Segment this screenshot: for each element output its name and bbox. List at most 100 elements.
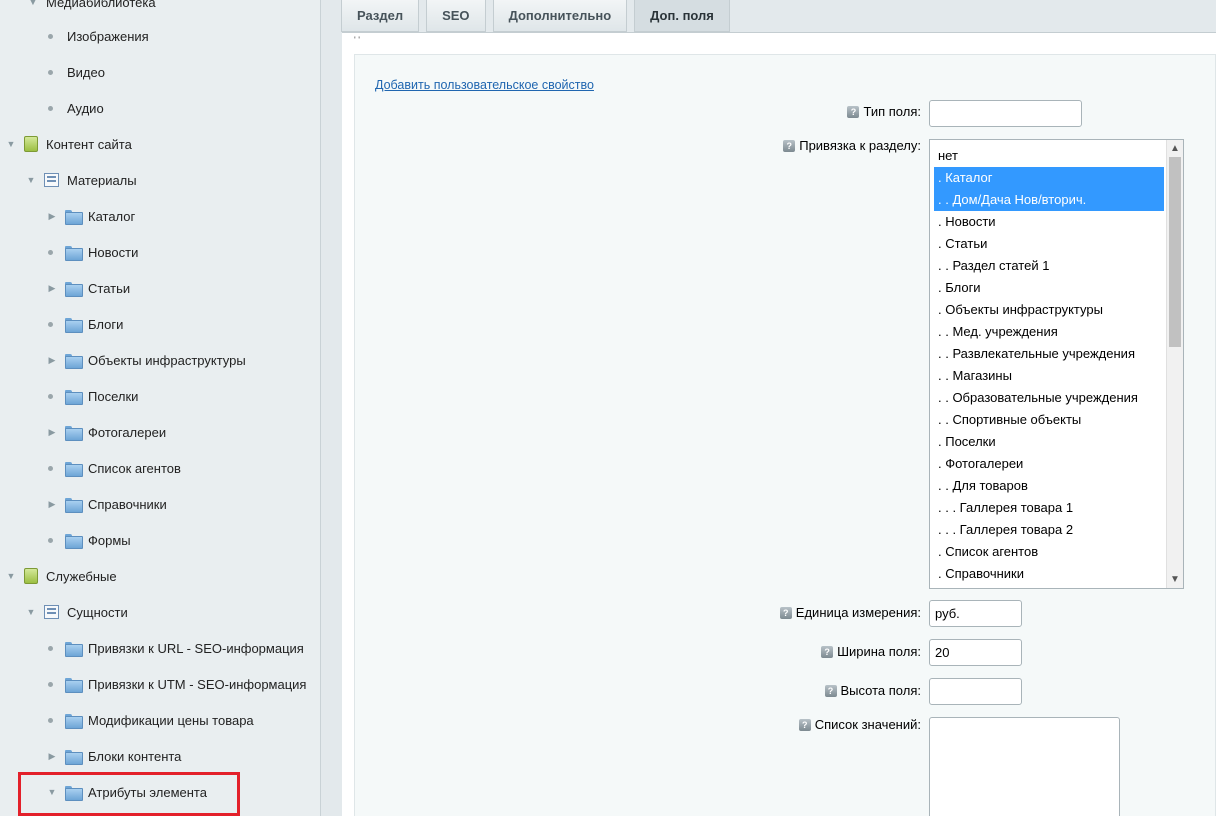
section-option[interactable]: . Справочники: [934, 563, 1164, 585]
section-option[interactable]: . . Спортивные объекты: [934, 409, 1164, 431]
highlight-box: [18, 772, 240, 816]
section-option[interactable]: . . Образовательные учреждения: [934, 387, 1164, 409]
section-option[interactable]: . . Развлекательные учреждения: [934, 343, 1164, 365]
sidebar-item-label: Список агентов: [88, 460, 181, 476]
tab-seo[interactable]: SEO: [426, 0, 486, 32]
folder-icon: [65, 497, 83, 513]
unit-input[interactable]: руб.: [929, 600, 1022, 627]
folder-icon: [65, 713, 83, 729]
folder-icon: [65, 317, 83, 333]
help-icon[interactable]: ?: [847, 105, 860, 118]
bullet-icon: [48, 717, 53, 723]
chevron-right-icon[interactable]: ▶: [47, 211, 57, 222]
sidebar-item-materials[interactable]: ▼ Материалы: [26, 162, 137, 198]
folder-icon: [65, 389, 83, 405]
sidebar-item-utm-seo[interactable]: Привязки к UTM - SEO-информация: [44, 666, 306, 702]
sidebar-item-label: Блоки контента: [88, 748, 182, 764]
chevron-down-icon[interactable]: ▼: [26, 607, 36, 617]
sidebar-item-site-content[interactable]: ▼ Контент сайта: [6, 126, 132, 162]
section-option[interactable]: . . Магазины: [934, 365, 1164, 387]
section-option[interactable]: . . . Галлерея товара 2: [934, 519, 1164, 541]
tab-extra-fields[interactable]: Доп. поля: [634, 0, 730, 32]
section-option[interactable]: . . . Галлерея товара 1: [934, 497, 1164, 519]
sidebar-item-label: Видео: [67, 64, 105, 80]
height-label: ? Высота поля:: [824, 683, 921, 698]
chevron-right-icon[interactable]: ▶: [47, 355, 57, 366]
sidebar-item-price-mods[interactable]: Модификации цены товара: [44, 702, 254, 738]
chevron-right-icon[interactable]: ▶: [47, 427, 57, 438]
section-option[interactable]: . Поселки: [934, 431, 1164, 453]
sidebar-item-infrastructure[interactable]: ▶ Объекты инфраструктуры: [47, 342, 246, 378]
chevron-down-icon[interactable]: ▼: [28, 0, 38, 7]
chevron-right-icon[interactable]: ▶: [47, 499, 57, 510]
folder-icon: [65, 749, 83, 765]
scrollbar-thumb[interactable]: [1169, 157, 1181, 347]
bullet-icon: [48, 33, 53, 39]
section-option[interactable]: . Статьи: [934, 233, 1164, 255]
folder-icon: [65, 461, 83, 477]
section-option[interactable]: нет: [934, 145, 1164, 167]
bullet-icon: [48, 393, 53, 399]
values-list-textarea[interactable]: [929, 717, 1120, 816]
sidebar-item-references[interactable]: ▶ Справочники: [47, 486, 167, 522]
sidebar-item-forms[interactable]: Формы: [44, 522, 131, 558]
sidebar-item-audio[interactable]: Аудио: [44, 90, 104, 126]
sidebar-item-articles[interactable]: ▶ Статьи: [47, 270, 130, 306]
section-option[interactable]: . . Дом/Дача Нов/вторич.: [934, 189, 1164, 211]
chevron-down-icon[interactable]: ▼: [6, 139, 16, 149]
sidebar-item-label: Новости: [88, 244, 139, 260]
tab-additional[interactable]: Дополнительно: [492, 0, 628, 32]
section-option[interactable]: . . Мед. учреждения: [934, 321, 1164, 343]
list-icon: [44, 173, 59, 187]
sidebar-item-label: Блоги: [88, 316, 124, 332]
section-option[interactable]: . Объекты инфраструктуры: [934, 299, 1164, 321]
width-input[interactable]: 20: [929, 639, 1022, 666]
sidebar-item-blogs[interactable]: Блоги: [44, 306, 123, 342]
sidebar-item-villages[interactable]: Поселки: [44, 378, 138, 414]
section-option[interactable]: . . Для товаров: [934, 475, 1164, 497]
sidebar-item-agents[interactable]: Список агентов: [44, 450, 181, 486]
sidebar-item-catalog[interactable]: ▶ Каталог: [47, 198, 135, 234]
chevron-down-icon[interactable]: ▼: [26, 175, 36, 185]
scrollbar[interactable]: ▲ ▼: [1166, 140, 1183, 588]
folder-icon: [65, 425, 83, 441]
chevron-right-icon[interactable]: ▶: [47, 751, 57, 762]
bullet-icon: [48, 681, 53, 687]
sidebar-item-galleries[interactable]: ▶ Фотогалереи: [47, 414, 166, 450]
help-icon[interactable]: ?: [824, 684, 837, 697]
help-icon[interactable]: ?: [783, 139, 796, 152]
sidebar-item-label: Справочники: [88, 496, 167, 512]
section-option[interactable]: . Новости: [934, 211, 1164, 233]
sidebar-item-label: Материалы: [67, 172, 137, 188]
section-option[interactable]: . Каталог: [934, 167, 1164, 189]
section-options-list: нет. Каталог. . Дом/Дача Нов/вторич.. Но…: [934, 145, 1164, 585]
help-icon[interactable]: ?: [798, 718, 811, 731]
sidebar-item-service[interactable]: ▼ Служебные: [6, 558, 117, 594]
chevron-down-icon[interactable]: ▼: [6, 571, 16, 581]
sidebar-item-images[interactable]: Изображения: [44, 18, 149, 54]
sidebar-item-medialib[interactable]: ▼ Медиабиблиотека: [28, 0, 156, 20]
panel-ticks: ' ': [354, 35, 360, 45]
section-option[interactable]: . . Раздел статей 1: [934, 255, 1164, 277]
chevron-right-icon[interactable]: ▶: [47, 283, 57, 294]
sidebar-item-url-seo[interactable]: Привязки к URL - SEO-информация: [44, 630, 304, 666]
help-icon[interactable]: ?: [821, 645, 834, 658]
section-option[interactable]: . Фотогалереи: [934, 453, 1164, 475]
folder-icon: [65, 533, 83, 549]
sidebar-item-video[interactable]: Видео: [44, 54, 105, 90]
section-option[interactable]: . Блоги: [934, 277, 1164, 299]
sidebar-item-entities[interactable]: ▼ Сущности: [26, 594, 128, 630]
help-icon[interactable]: ?: [779, 606, 792, 619]
section-option[interactable]: . Список агентов: [934, 541, 1164, 563]
section-binding-select[interactable]: нет. Каталог. . Дом/Дача Нов/вторич.. Но…: [929, 139, 1184, 589]
sidebar-item-news[interactable]: Новости: [44, 234, 138, 270]
field-type-label-text: Тип поля:: [863, 104, 921, 119]
add-custom-property-link[interactable]: Добавить пользовательское свойство: [375, 78, 594, 92]
field-type-input[interactable]: [929, 100, 1082, 127]
sidebar-item-content-blocks[interactable]: ▶ Блоки контента: [47, 738, 181, 774]
scroll-down-icon[interactable]: ▼: [1167, 571, 1183, 588]
values-list-label-text: Список значений:: [814, 717, 921, 732]
tab-section[interactable]: Раздел: [341, 0, 420, 32]
scroll-up-icon[interactable]: ▲: [1167, 140, 1183, 157]
height-input[interactable]: [929, 678, 1022, 705]
